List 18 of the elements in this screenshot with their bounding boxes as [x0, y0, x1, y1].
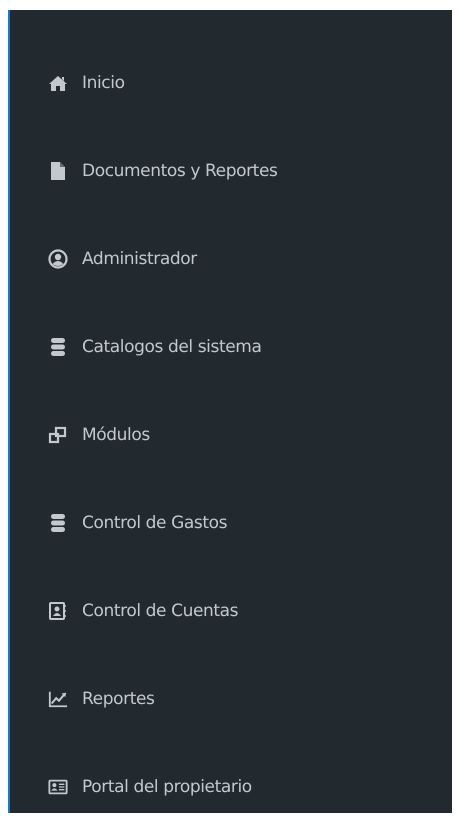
contact-book-icon	[48, 601, 68, 621]
sidebar-item[interactable]: Control de Gastos	[10, 503, 228, 543]
sidebar-item[interactable]: Reportes	[10, 679, 154, 719]
line-chart-icon	[48, 689, 68, 709]
file-icon	[48, 161, 68, 181]
id-card-icon	[48, 777, 68, 797]
sidebar-item[interactable]: Catalogos del sistema	[10, 327, 262, 367]
database-icon	[48, 337, 68, 357]
sidebar-item[interactable]: Inicio	[10, 63, 125, 103]
windows-icon	[48, 425, 68, 445]
sidebar-item[interactable]: Portal del propietario	[10, 767, 252, 807]
user-circle-icon	[48, 249, 68, 269]
house-icon	[48, 73, 68, 93]
sidebar-item[interactable]: Control de Cuentas	[10, 591, 238, 631]
sidebar-item[interactable]: Módulos	[10, 415, 150, 455]
sidebar-item[interactable]: Documentos y Reportes	[10, 151, 278, 191]
sidebar-item[interactable]: Administrador	[10, 239, 197, 279]
database-icon	[48, 513, 68, 533]
